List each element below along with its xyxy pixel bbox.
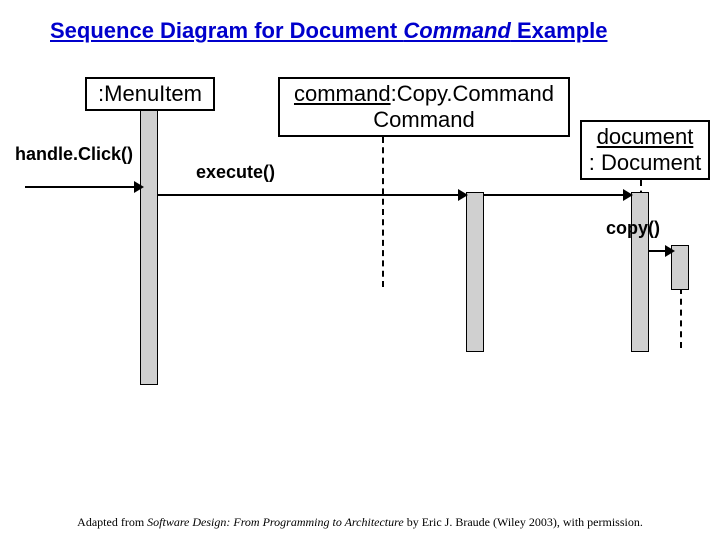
lifeline-head-menuitem: :MenuItem — [85, 77, 215, 111]
lifeline-head-menuitem-label: :MenuItem — [98, 81, 202, 106]
message-label-copy: copy() — [606, 218, 660, 239]
title-pre: Sequence Diagram for Document — [50, 18, 403, 43]
message-label-handleclick: handle.Click() — [15, 144, 133, 165]
diagram-title: Sequence Diagram for Document Command Ex… — [50, 18, 607, 44]
lifeline-head-command-name: command — [294, 81, 391, 106]
lifeline-head-command-type: :Copy.Command Command — [373, 81, 554, 132]
message-arrow-execute — [158, 194, 466, 196]
message-arrow-to-document — [484, 194, 631, 196]
attribution-pre: Adapted from — [77, 515, 147, 529]
arrowhead-right-icon — [665, 245, 675, 257]
attribution-line: Adapted from Software Design: From Progr… — [0, 515, 720, 530]
message-arrow-copy — [649, 250, 673, 252]
arrowhead-right-icon — [458, 189, 468, 201]
arrowhead-right-icon — [623, 189, 633, 201]
lifeline-line-document-sub — [680, 288, 682, 348]
lifeline-head-document-type: : Document — [589, 150, 702, 175]
title-post: Example — [511, 18, 608, 43]
activation-bar-document — [631, 192, 649, 352]
arrowhead-right-icon — [134, 181, 144, 193]
activation-bar-menuitem — [140, 110, 158, 385]
lifeline-head-document: document : Document — [580, 120, 710, 180]
lifeline-head-command: command:Copy.Command Command — [278, 77, 570, 137]
activation-bar-command — [466, 192, 484, 352]
title-italic: Command — [403, 18, 511, 43]
lifeline-head-document-name: document — [597, 124, 694, 149]
attribution-italic: Software Design: From Programming to Arc… — [147, 515, 404, 529]
attribution-post: by Eric J. Braude (Wiley 2003), with per… — [404, 515, 643, 529]
lifeline-line-command — [382, 137, 384, 287]
message-label-execute: execute() — [196, 162, 275, 183]
message-arrow-handleclick — [25, 186, 142, 188]
